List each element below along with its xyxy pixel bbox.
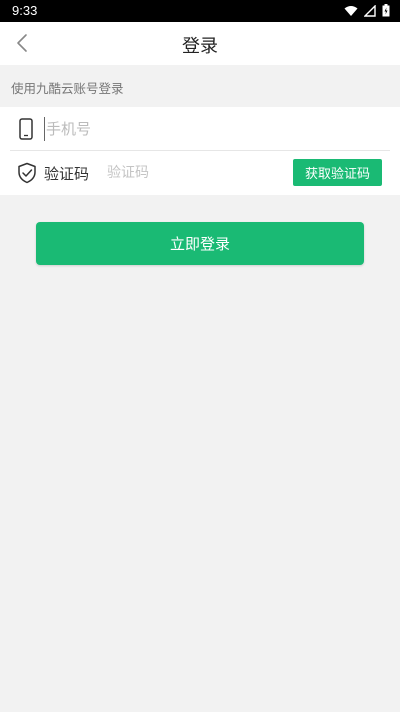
app-bar: 登录 xyxy=(0,22,400,65)
shield-check-icon xyxy=(17,162,37,188)
status-icons xyxy=(344,4,390,17)
code-input[interactable] xyxy=(107,161,277,185)
login-form: 验证码 获取验证码 xyxy=(0,107,400,195)
code-row: 验证码 获取验证码 xyxy=(0,151,400,195)
signal-icon xyxy=(364,4,376,17)
page-title: 登录 xyxy=(182,36,218,57)
wifi-icon xyxy=(344,5,358,16)
get-code-button[interactable]: 获取验证码 xyxy=(293,159,382,186)
code-label: 验证码 xyxy=(44,165,90,183)
phone-icon xyxy=(19,118,33,144)
login-hint: 使用九酷云账号登录 xyxy=(11,81,124,96)
status-time: 9:33 xyxy=(12,3,38,18)
phone-input[interactable] xyxy=(44,117,344,141)
battery-icon xyxy=(382,4,390,17)
phone-row xyxy=(0,107,400,151)
status-bar: 9:33 xyxy=(0,0,400,22)
login-button[interactable]: 立即登录 xyxy=(36,222,364,265)
